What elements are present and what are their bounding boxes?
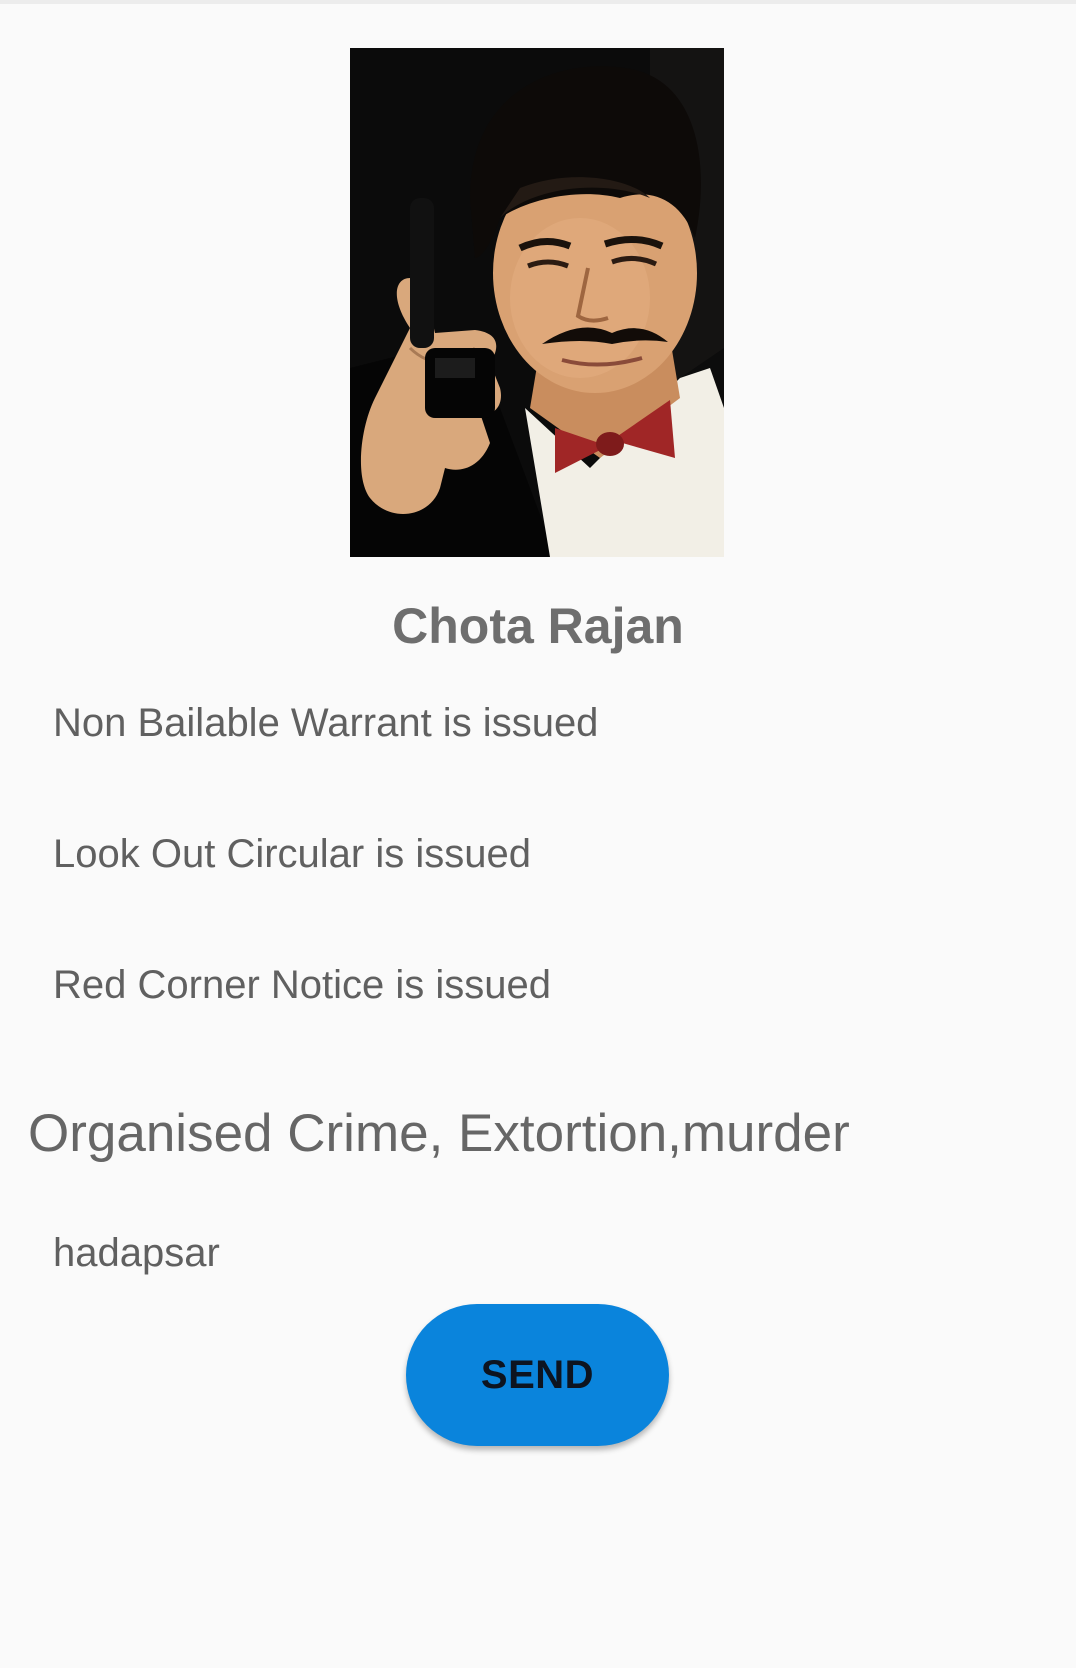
suspect-name: Chota Rajan (392, 598, 684, 654)
red-corner-notice-status: Red Corner Notice is issued (53, 963, 551, 1007)
crimes-list: Organised Crime, Extortion,murder (28, 1104, 850, 1163)
status-bar-divider (0, 0, 1076, 4)
warrant-status: Non Bailable Warrant is issued (53, 701, 599, 745)
suspect-photo (350, 48, 724, 557)
send-button[interactable]: SEND (406, 1304, 669, 1446)
location-text: hadapsar (53, 1231, 220, 1275)
lookout-circular-status: Look Out Circular is issued (53, 832, 531, 876)
